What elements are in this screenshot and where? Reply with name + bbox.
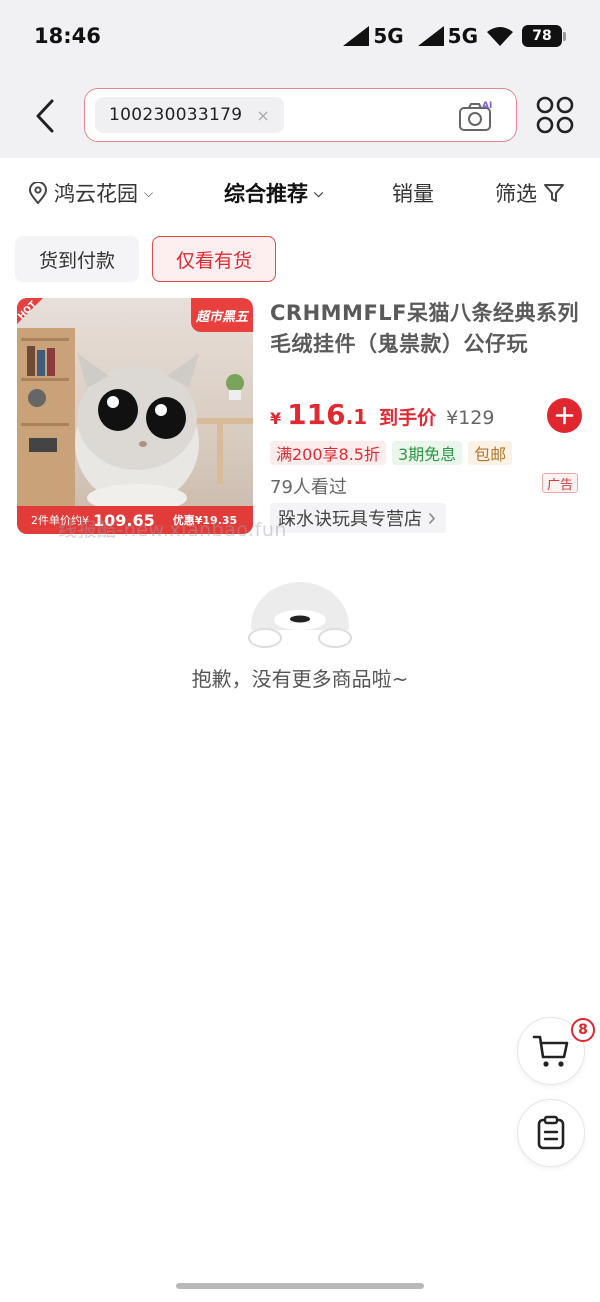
original-price: ¥129	[446, 407, 495, 429]
discount-badge: 满200享8.5折	[270, 441, 386, 465]
battery-tip	[563, 31, 566, 41]
cash-on-delivery-tag[interactable]: 货到付款	[15, 236, 139, 282]
signal-icon	[417, 26, 444, 46]
sort-filter[interactable]: 综合推荐 ⌵	[224, 178, 323, 208]
search-query-chip[interactable]: 100230033179 ×	[95, 97, 284, 133]
in-stock-only-tag[interactable]: 仅看有货	[152, 236, 276, 282]
battery-level: 78	[522, 25, 562, 47]
chevron-down-icon: ⌵	[144, 185, 154, 200]
store-link[interactable]: 跺水诀玩具专营店	[270, 503, 446, 533]
price-row: ¥ 116 .1 到手价 ¥129	[270, 398, 494, 431]
ad-badge: 广告	[542, 473, 578, 493]
list-float-button[interactable]	[517, 1099, 585, 1167]
search-box[interactable]: 100230033179 × AI	[84, 88, 517, 142]
add-to-cart-button[interactable]	[547, 398, 582, 433]
watermark: 线报酷-new.xianbao.fun	[58, 519, 287, 541]
product-image[interactable]: HOT 超市黑五 2件单价约¥ 109.65 优惠¥19.35	[17, 298, 253, 534]
viewed-count: 79人看过	[270, 477, 347, 498]
plus-icon	[555, 406, 574, 425]
promo-tag: 超市黑五	[191, 298, 253, 332]
status-indicators: 5G 5G 78	[343, 24, 566, 48]
price-currency: ¥	[270, 409, 282, 428]
sales-filter[interactable]: 销量	[392, 178, 434, 208]
empty-state-text: 抱歉，没有更多商品啦~	[191, 667, 409, 691]
more-menu-button[interactable]	[536, 96, 574, 134]
filter-button[interactable]: 筛选	[495, 178, 565, 208]
filter-label: 筛选	[495, 182, 537, 206]
signal-2: 5G	[417, 24, 478, 48]
funnel-icon	[544, 184, 564, 202]
location-filter[interactable]: 鸿云花园 ⌵	[28, 178, 153, 208]
back-button[interactable]	[30, 96, 60, 136]
sort-label: 综合推荐	[224, 182, 308, 206]
hot-ribbon: HOT	[17, 298, 59, 342]
product-card[interactable]: HOT 超市黑五 2件单价约¥ 109.65 优惠¥19.35 CRHMMFLF…	[0, 298, 600, 538]
signal-icon	[343, 26, 370, 46]
home-indicator[interactable]	[176, 1283, 424, 1289]
free-shipping-badge: 包邮	[468, 441, 513, 465]
empty-state-illustration	[248, 582, 352, 648]
cart-icon	[532, 1035, 569, 1067]
battery-indicator: 78	[522, 25, 566, 47]
chevron-down-icon: ⌵	[314, 185, 324, 200]
sales-label: 销量	[392, 182, 434, 206]
status-bar: 18:46 5G 5G 78	[0, 0, 600, 76]
wifi-icon	[487, 27, 513, 46]
clear-icon[interactable]: ×	[256, 106, 269, 125]
chevron-left-icon	[36, 99, 54, 133]
signal-1-label: 5G	[373, 24, 404, 48]
camera-ai-badge: AI	[482, 101, 492, 111]
filter-bar: 鸿云花园 ⌵ 综合推荐 ⌵ 销量 筛选	[0, 158, 600, 224]
signal-2-label: 5G	[447, 24, 478, 48]
installment-badge: 3期免息	[392, 441, 463, 465]
camera-icon: AI	[459, 101, 492, 131]
status-time: 18:46	[34, 24, 101, 48]
promo-badges: 满200享8.5折 3期免息 包邮	[270, 441, 513, 465]
cart-count-badge: 8	[571, 1018, 595, 1042]
store-name: 跺水诀玩具专营店	[278, 509, 422, 530]
camera-search-button[interactable]: AI	[458, 99, 494, 133]
hot-ribbon-shape: HOT	[17, 298, 43, 324]
grid-icon	[536, 96, 574, 134]
location-pin-icon	[28, 182, 48, 204]
price-integer: 116	[287, 398, 346, 431]
price-decimal: .1	[345, 405, 368, 429]
search-query-text: 100230033179	[109, 105, 243, 125]
signal-1: 5G	[343, 24, 404, 48]
chevron-right-icon	[428, 512, 436, 524]
clipboard-icon	[537, 1115, 565, 1150]
product-title[interactable]: CRHMMFLF呆猫八条经典系列毛绒挂件（鬼祟款）公仔玩	[270, 298, 585, 360]
location-label: 鸿云花园	[54, 182, 138, 206]
final-price-label: 到手价	[379, 407, 437, 429]
